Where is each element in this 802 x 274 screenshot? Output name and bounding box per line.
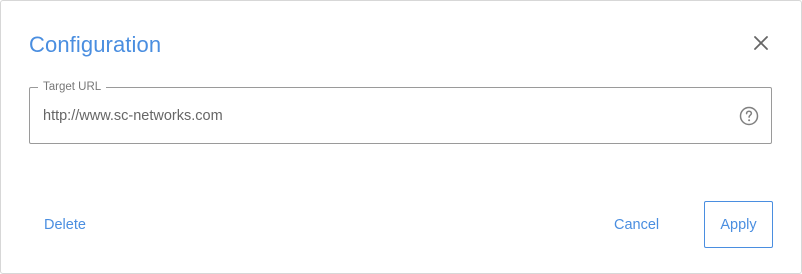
apply-button[interactable]: Apply bbox=[704, 201, 773, 248]
cancel-button[interactable]: Cancel bbox=[614, 216, 659, 234]
configuration-dialog: Configuration Target URL Delete Cancel A… bbox=[0, 0, 802, 274]
dialog-title: Configuration bbox=[29, 32, 162, 57]
help-circle-icon[interactable] bbox=[739, 106, 759, 126]
target-url-field: Target URL bbox=[29, 80, 772, 144]
target-url-label: Target URL bbox=[38, 80, 107, 94]
close-button[interactable] bbox=[749, 31, 773, 55]
delete-button[interactable]: Delete bbox=[44, 216, 86, 234]
target-url-input[interactable] bbox=[43, 106, 683, 126]
close-icon bbox=[754, 36, 768, 50]
